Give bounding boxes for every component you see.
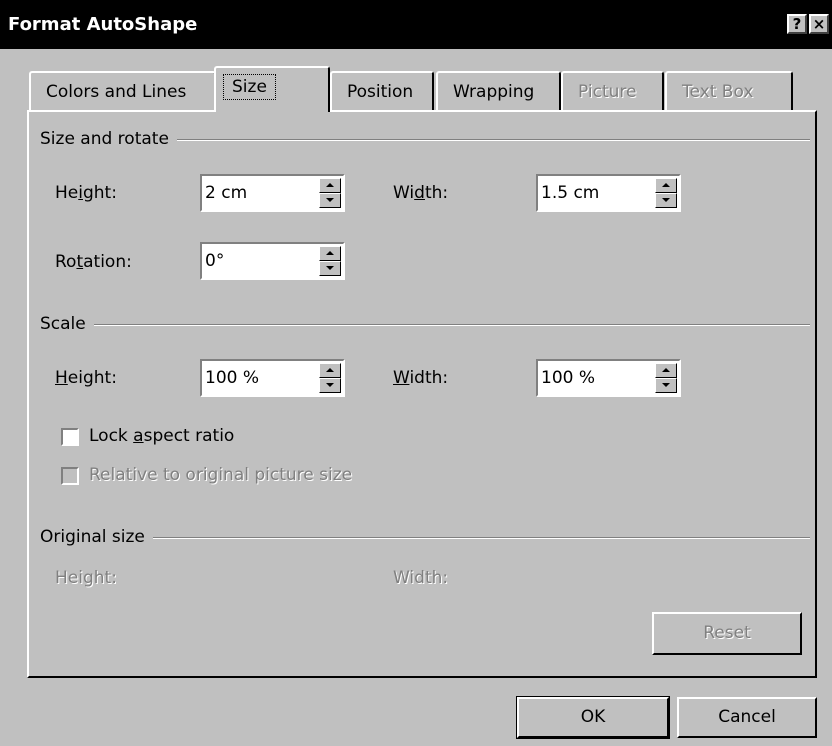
- spin-down-button[interactable]: [655, 193, 677, 208]
- spin-down-button[interactable]: [319, 261, 341, 276]
- spin-down-button[interactable]: [319, 193, 341, 208]
- relative-size-label: Relative to original picture size: [89, 465, 353, 485]
- original-height-label: Height:: [55, 568, 117, 588]
- spin-up-button[interactable]: [319, 363, 341, 378]
- size-height-spinner[interactable]: 2 cm: [200, 174, 345, 212]
- group-divider: [40, 324, 810, 326]
- spin-up-button[interactable]: [655, 178, 677, 193]
- spin-up-button[interactable]: [319, 178, 341, 193]
- rotation-spinner[interactable]: 0°: [200, 242, 345, 280]
- size-height-value[interactable]: 2 cm: [205, 183, 247, 203]
- spin-down-button[interactable]: [655, 378, 677, 393]
- tab-position[interactable]: Position: [330, 71, 434, 111]
- rotation-label: Rotation:: [55, 252, 132, 272]
- size-width-value[interactable]: 1.5 cm: [541, 183, 599, 203]
- ok-button[interactable]: OK: [516, 696, 670, 739]
- tab-label: Wrapping: [453, 82, 535, 102]
- help-button[interactable]: ?: [787, 14, 807, 34]
- tab-label: Position: [347, 82, 414, 102]
- spin-down-button[interactable]: [319, 378, 341, 393]
- tab-label: Colors and Lines: [46, 82, 187, 102]
- window-title: Format AutoShape: [8, 14, 198, 35]
- original-size-group-title: Original size: [40, 527, 153, 547]
- relative-size-checkbox[interactable]: [61, 467, 79, 485]
- scale-width-value[interactable]: 100 %: [541, 368, 595, 388]
- lock-aspect-ratio-label[interactable]: Lock aspect ratio: [89, 426, 234, 446]
- tab-label: Text Box: [682, 82, 754, 102]
- rotation-value[interactable]: 0°: [205, 251, 224, 271]
- spin-up-button[interactable]: [319, 246, 341, 261]
- size-rotate-group-title: Size and rotate: [40, 129, 177, 149]
- size-width-label: Width:: [393, 183, 449, 203]
- tab-size[interactable]: Size: [214, 66, 330, 112]
- lock-aspect-ratio-checkbox[interactable]: [61, 428, 79, 446]
- scale-height-value[interactable]: 100 %: [205, 368, 259, 388]
- tab-colors-and-lines[interactable]: Colors and Lines: [29, 71, 216, 111]
- original-width-label: Width:: [393, 568, 449, 588]
- scale-group-title: Scale: [40, 314, 94, 334]
- scale-height-spinner[interactable]: 100 %: [200, 359, 345, 397]
- size-width-spinner[interactable]: 1.5 cm: [536, 174, 681, 212]
- size-height-label: Height:: [55, 183, 117, 203]
- tab-picture[interactable]: Picture: [561, 71, 664, 111]
- scale-width-spinner[interactable]: 100 %: [536, 359, 681, 397]
- tab-text-box[interactable]: Text Box: [665, 71, 793, 111]
- title-bar: Format AutoShape ? ×: [0, 0, 832, 49]
- scale-height-label: Height:: [55, 368, 117, 388]
- tab-label: Size: [223, 74, 276, 100]
- tab-label: Picture: [578, 82, 637, 102]
- tab-wrapping[interactable]: Wrapping: [436, 71, 561, 111]
- cancel-button[interactable]: Cancel: [677, 697, 817, 738]
- group-divider: [40, 537, 810, 539]
- close-button[interactable]: ×: [809, 14, 829, 34]
- scale-width-label: Width:: [393, 368, 449, 388]
- reset-button[interactable]: Reset: [652, 612, 802, 655]
- spin-up-button[interactable]: [655, 363, 677, 378]
